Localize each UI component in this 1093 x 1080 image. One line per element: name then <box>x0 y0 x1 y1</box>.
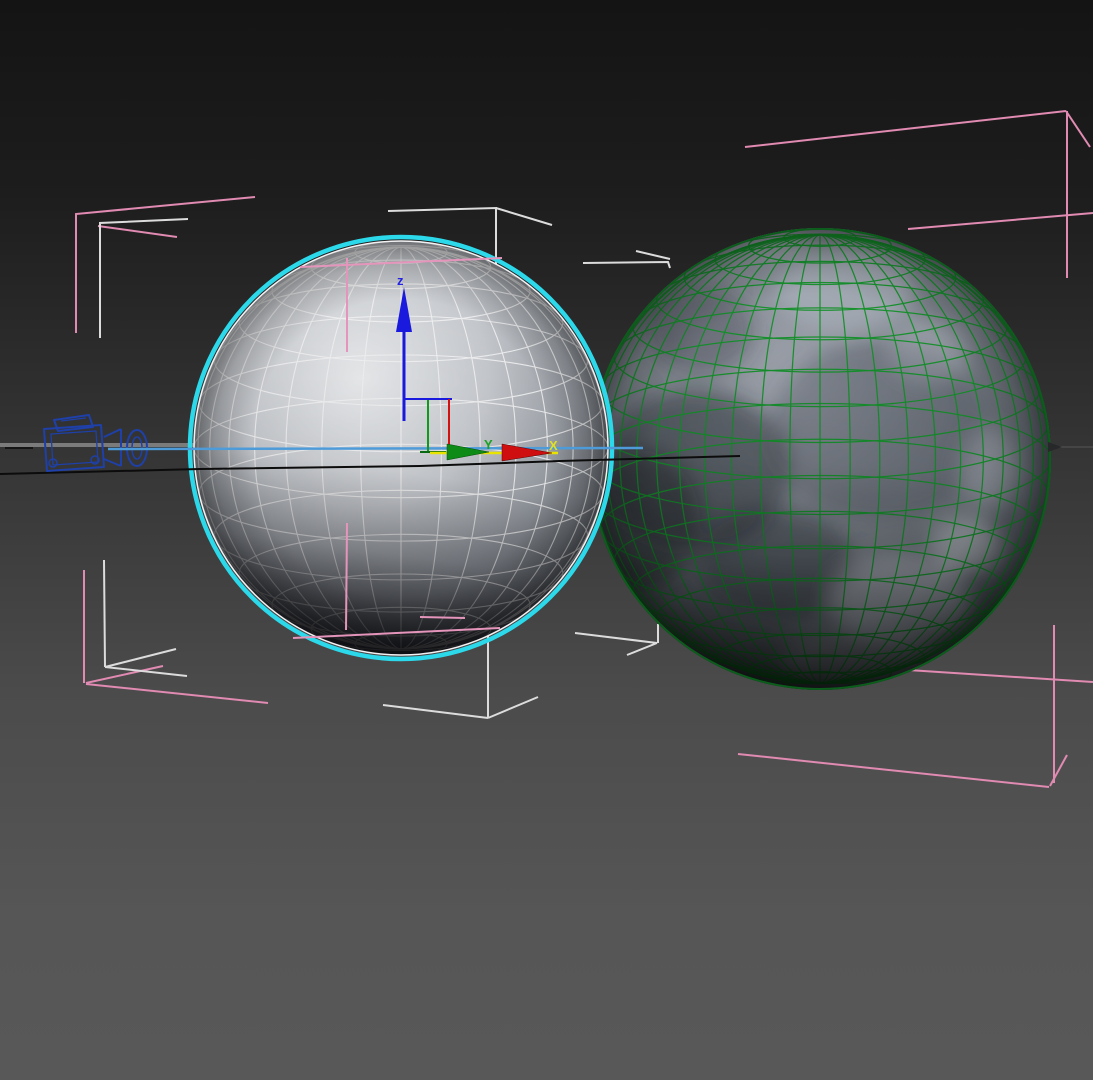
gizmo-z-label: z <box>397 273 404 288</box>
gizmo-y-label: Y <box>484 437 493 452</box>
viewport-scene[interactable]: z Y X <box>0 0 1093 1080</box>
pink-edge-vertical-lower[interactable] <box>345 522 348 631</box>
pink-edge-mid[interactable] <box>419 616 466 619</box>
white-box-bottom-left-vertical[interactable] <box>103 559 106 668</box>
viewport[interactable]: z Y X <box>0 0 1093 1080</box>
gizmo-x-label: X <box>549 438 558 453</box>
camera-target-line <box>107 446 644 451</box>
